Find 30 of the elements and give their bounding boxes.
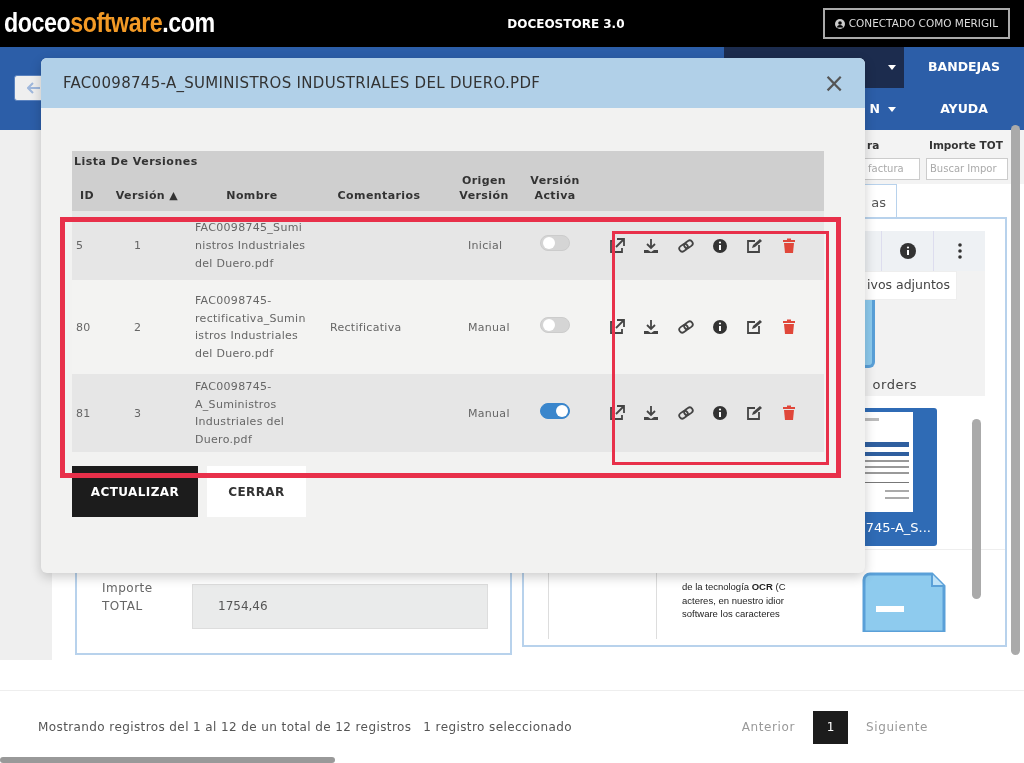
document-text-line: de la tecnología OCR (C [682, 579, 787, 594]
column-header: Nombre [192, 170, 312, 212]
column-heading: ra [866, 138, 881, 153]
app-title: DOCEOSTORE 3.0 [506, 15, 625, 33]
table-caption: Lista De Versiones [72, 151, 824, 171]
modal-title: FAC0098745-A_SUMINISTROS INDUSTRIALES DEL DUERO.PDF [63, 72, 541, 94]
column-heading: Importe TOT [928, 138, 1004, 153]
table-cell: Rectificativa [312, 280, 446, 375]
table-cell: 5 [72, 211, 102, 281]
field-label: Importe TOTAL [102, 580, 154, 615]
table-cell: FAC0098745_Suministros Industriales del Duero.pdf [192, 211, 312, 281]
table-cell: FAC0098745-A_Suministros Industriales del Duero.pdf [192, 374, 312, 453]
table-cell: 3 [102, 374, 192, 453]
table-cell: 1 [102, 211, 192, 281]
table-cell: Manual [446, 374, 522, 453]
table-cell: Inicial [446, 211, 522, 281]
table-cell: 80 [72, 280, 102, 375]
folder-label: orders [872, 375, 917, 394]
table-cell: 2 [102, 280, 192, 375]
document-text-line: acteres, en nuestro idior [682, 593, 785, 608]
table-cell: 81 [72, 374, 102, 453]
column-header: Origen Versión [446, 170, 522, 212]
document-text-line: software los caracteres [682, 607, 781, 622]
logo: doceosoftware.com [4, 7, 215, 41]
column-header: Comentarios [312, 170, 446, 212]
column-header: Versión Activa [522, 170, 588, 212]
selection-info: 1 registro seleccionado [423, 719, 572, 736]
records-info: Mostrando registros del 1 al 12 de un total de 12 registros [38, 719, 412, 736]
table-cell: FAC0098745-rectificativa_Suministros Industriales del Duero.pdf [192, 280, 312, 375]
table-cell: Manual [446, 280, 522, 375]
